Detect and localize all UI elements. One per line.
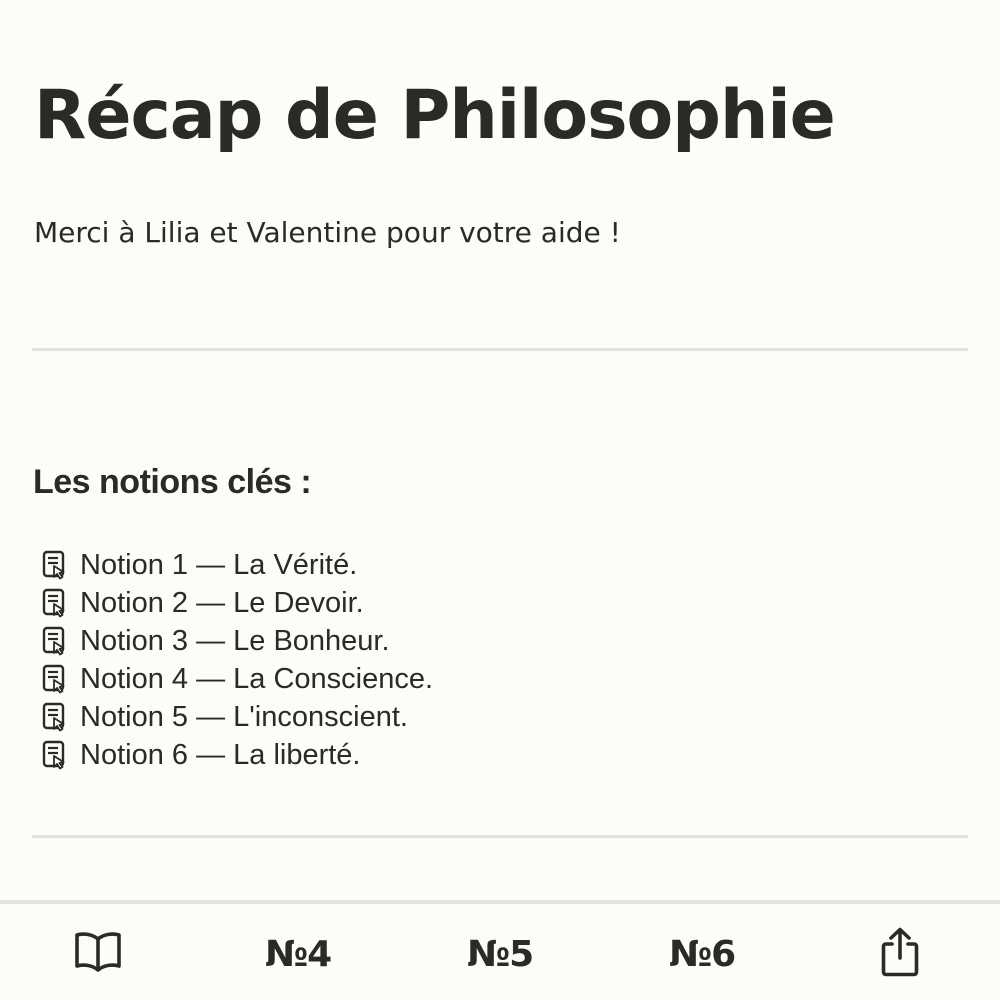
nav-item-label: №4 xyxy=(264,933,332,975)
open-book-icon xyxy=(73,930,123,978)
list-item-label: Notion 4 — La Conscience. xyxy=(80,662,434,695)
divider xyxy=(32,348,968,351)
list-item[interactable]: Notion 3 — Le Bonheur. xyxy=(42,622,433,660)
document-pointer-icon xyxy=(42,588,68,618)
list-item-label: Notion 6 — La liberté. xyxy=(80,738,361,771)
book-button[interactable] xyxy=(68,922,128,986)
notion-list: Notion 1 — La Vérité. Notion 2 — Le Devo… xyxy=(42,546,433,774)
list-item-label: Notion 1 — La Vérité. xyxy=(80,548,358,581)
nav-item-label: №6 xyxy=(668,933,736,975)
subtitle: Merci à Lilia et Valentine pour votre ai… xyxy=(34,216,621,249)
document-pointer-icon xyxy=(42,740,68,770)
list-item-label: Notion 3 — Le Bonheur. xyxy=(80,624,390,657)
list-item-label: Notion 5 — L'inconscient. xyxy=(80,700,408,733)
nav-item-n6[interactable]: №6 xyxy=(652,922,752,986)
divider xyxy=(32,835,968,838)
list-item[interactable]: Notion 1 — La Vérité. xyxy=(42,546,433,584)
bottom-navigation-bar: №4 №5 №6 xyxy=(0,900,1000,1000)
list-item[interactable]: Notion 4 — La Conscience. xyxy=(42,660,433,698)
list-item[interactable]: Notion 5 — L'inconscient. xyxy=(42,698,433,736)
nav-item-n4[interactable]: №4 xyxy=(248,922,348,986)
page-title: Récap de Philosophie xyxy=(34,76,836,155)
list-item[interactable]: Notion 2 — Le Devoir. xyxy=(42,584,433,622)
nav-item-n5[interactable]: №5 xyxy=(450,922,550,986)
share-button[interactable] xyxy=(872,922,928,986)
section-heading: Les notions clés : xyxy=(33,463,312,501)
document-pointer-icon xyxy=(42,626,68,656)
document-pointer-icon xyxy=(42,550,68,580)
nav-item-label: №5 xyxy=(466,933,534,975)
share-icon xyxy=(880,926,920,982)
list-item-label: Notion 2 — Le Devoir. xyxy=(80,586,364,619)
document-pointer-icon xyxy=(42,664,68,694)
document-pointer-icon xyxy=(42,702,68,732)
list-item[interactable]: Notion 6 — La liberté. xyxy=(42,736,433,774)
